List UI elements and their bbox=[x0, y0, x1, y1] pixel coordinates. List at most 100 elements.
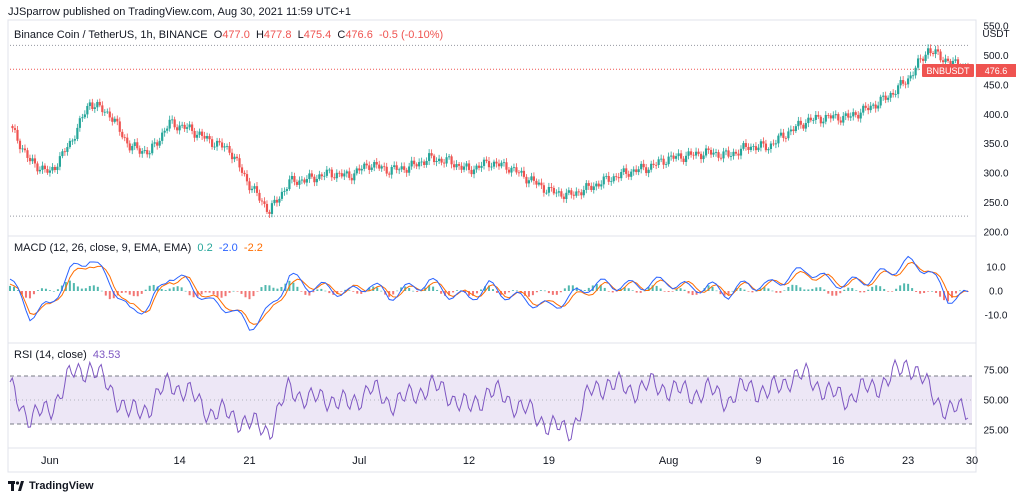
macd-histogram-bar bbox=[104, 291, 107, 296]
candle-body bbox=[340, 173, 343, 177]
macd-histogram-bar bbox=[408, 288, 411, 291]
candle-body bbox=[433, 155, 436, 163]
candle-body bbox=[507, 169, 511, 173]
candle-body bbox=[562, 196, 565, 200]
candle-body bbox=[699, 153, 703, 160]
macd-histogram-bar bbox=[136, 291, 139, 297]
candle-body bbox=[757, 147, 760, 151]
candle-body bbox=[303, 179, 306, 183]
candle-body bbox=[819, 116, 822, 124]
candle-body bbox=[418, 162, 421, 167]
candle-body bbox=[734, 151, 738, 154]
candle-body bbox=[243, 172, 246, 175]
candle-body bbox=[532, 176, 536, 181]
candle-body bbox=[545, 192, 548, 194]
candle-body bbox=[487, 161, 491, 168]
candle-body bbox=[605, 175, 608, 177]
candle-body bbox=[557, 191, 560, 193]
candle-body bbox=[413, 160, 416, 165]
macd-histogram-bar bbox=[32, 291, 35, 295]
macd-line-value: -2.0 bbox=[218, 242, 238, 254]
candle-body bbox=[61, 151, 64, 157]
candle-body bbox=[235, 156, 239, 159]
candle-body bbox=[66, 147, 69, 152]
macd-histogram-bar bbox=[272, 287, 275, 291]
candle-body bbox=[572, 194, 575, 196]
candle-body bbox=[512, 167, 516, 169]
candle-body bbox=[86, 105, 89, 115]
candle-body bbox=[181, 124, 184, 126]
macd-histogram-bar bbox=[416, 291, 419, 292]
macd-histogram-bar bbox=[811, 288, 814, 291]
macd-histogram-bar bbox=[356, 291, 359, 294]
candle-body bbox=[630, 171, 633, 177]
candle-body bbox=[270, 203, 274, 214]
macd-histogram-bar bbox=[543, 290, 546, 292]
candle-body bbox=[882, 95, 885, 97]
candle-body bbox=[373, 161, 376, 168]
macd-histogram-bar bbox=[172, 287, 175, 291]
candle-body bbox=[131, 146, 134, 151]
time-tick-label: Jun bbox=[41, 455, 59, 467]
candle-body bbox=[293, 175, 296, 182]
candle-body bbox=[949, 60, 952, 65]
candle-body bbox=[53, 166, 57, 171]
candle-body bbox=[323, 175, 326, 177]
candle-body bbox=[198, 131, 201, 135]
candle-body bbox=[779, 132, 782, 136]
candle-body bbox=[897, 85, 900, 95]
candle-body bbox=[265, 203, 269, 212]
ohlc-high-label: H bbox=[255, 29, 264, 41]
candle-body bbox=[313, 176, 316, 183]
candle-body bbox=[343, 173, 346, 177]
candle-body bbox=[210, 139, 214, 147]
candle-body bbox=[782, 132, 785, 138]
macd-histogram-bar bbox=[791, 284, 794, 291]
macd-histogram-bar bbox=[340, 291, 343, 292]
candle-body bbox=[679, 153, 683, 159]
candle-body bbox=[430, 153, 433, 156]
macd-histogram-bar bbox=[959, 290, 962, 292]
macd-histogram-bar bbox=[476, 291, 479, 294]
macd-histogram-bar bbox=[539, 290, 542, 291]
candle-body bbox=[278, 198, 281, 203]
candle-body bbox=[440, 158, 443, 163]
candle-body bbox=[163, 130, 166, 133]
rsi-tick-label: 75.00 bbox=[983, 366, 1008, 377]
candle-body bbox=[812, 119, 815, 121]
footer-brand[interactable]: TradingView bbox=[8, 480, 94, 492]
macd-histogram-bar bbox=[380, 290, 383, 292]
macd-histogram-bar bbox=[607, 291, 610, 292]
macd-histogram-bar bbox=[188, 291, 191, 296]
macd-histogram-bar bbox=[316, 289, 319, 291]
macd-histogram-bar bbox=[28, 291, 31, 299]
candle-body bbox=[934, 49, 937, 55]
candle-body bbox=[200, 131, 204, 136]
macd-histogram-bar bbox=[635, 291, 638, 293]
macd-histogram-bar bbox=[36, 290, 39, 291]
candle-body bbox=[887, 97, 890, 100]
macd-histogram-bar bbox=[456, 290, 459, 291]
candle-body bbox=[13, 128, 17, 130]
brand-name: TradingView bbox=[29, 480, 94, 492]
macd-histogram-bar bbox=[807, 289, 810, 291]
main-legend: Binance Coin / TetherUS, 1h, BINANCE O47… bbox=[14, 29, 443, 41]
macd-histogram-bar bbox=[248, 291, 251, 300]
macd-histogram-bar bbox=[603, 287, 606, 291]
macd-histogram-bar bbox=[531, 291, 534, 296]
macd-histogram-bar bbox=[931, 290, 934, 292]
macd-histogram-bar bbox=[84, 288, 87, 291]
candle-body bbox=[113, 118, 116, 122]
price-tick-label: 500.0 bbox=[983, 51, 1008, 62]
candle-body bbox=[660, 158, 663, 160]
macd-histogram-bar bbox=[120, 291, 123, 293]
candle-body bbox=[295, 181, 299, 185]
macd-histogram-bar bbox=[823, 289, 826, 291]
candle-body bbox=[565, 192, 568, 200]
candle-body bbox=[817, 114, 820, 117]
candle-body bbox=[460, 165, 463, 170]
macd-histogram-bar bbox=[100, 290, 103, 292]
candle-body bbox=[228, 145, 231, 153]
candle-body bbox=[655, 164, 658, 166]
macd-histogram-bar bbox=[527, 291, 530, 297]
